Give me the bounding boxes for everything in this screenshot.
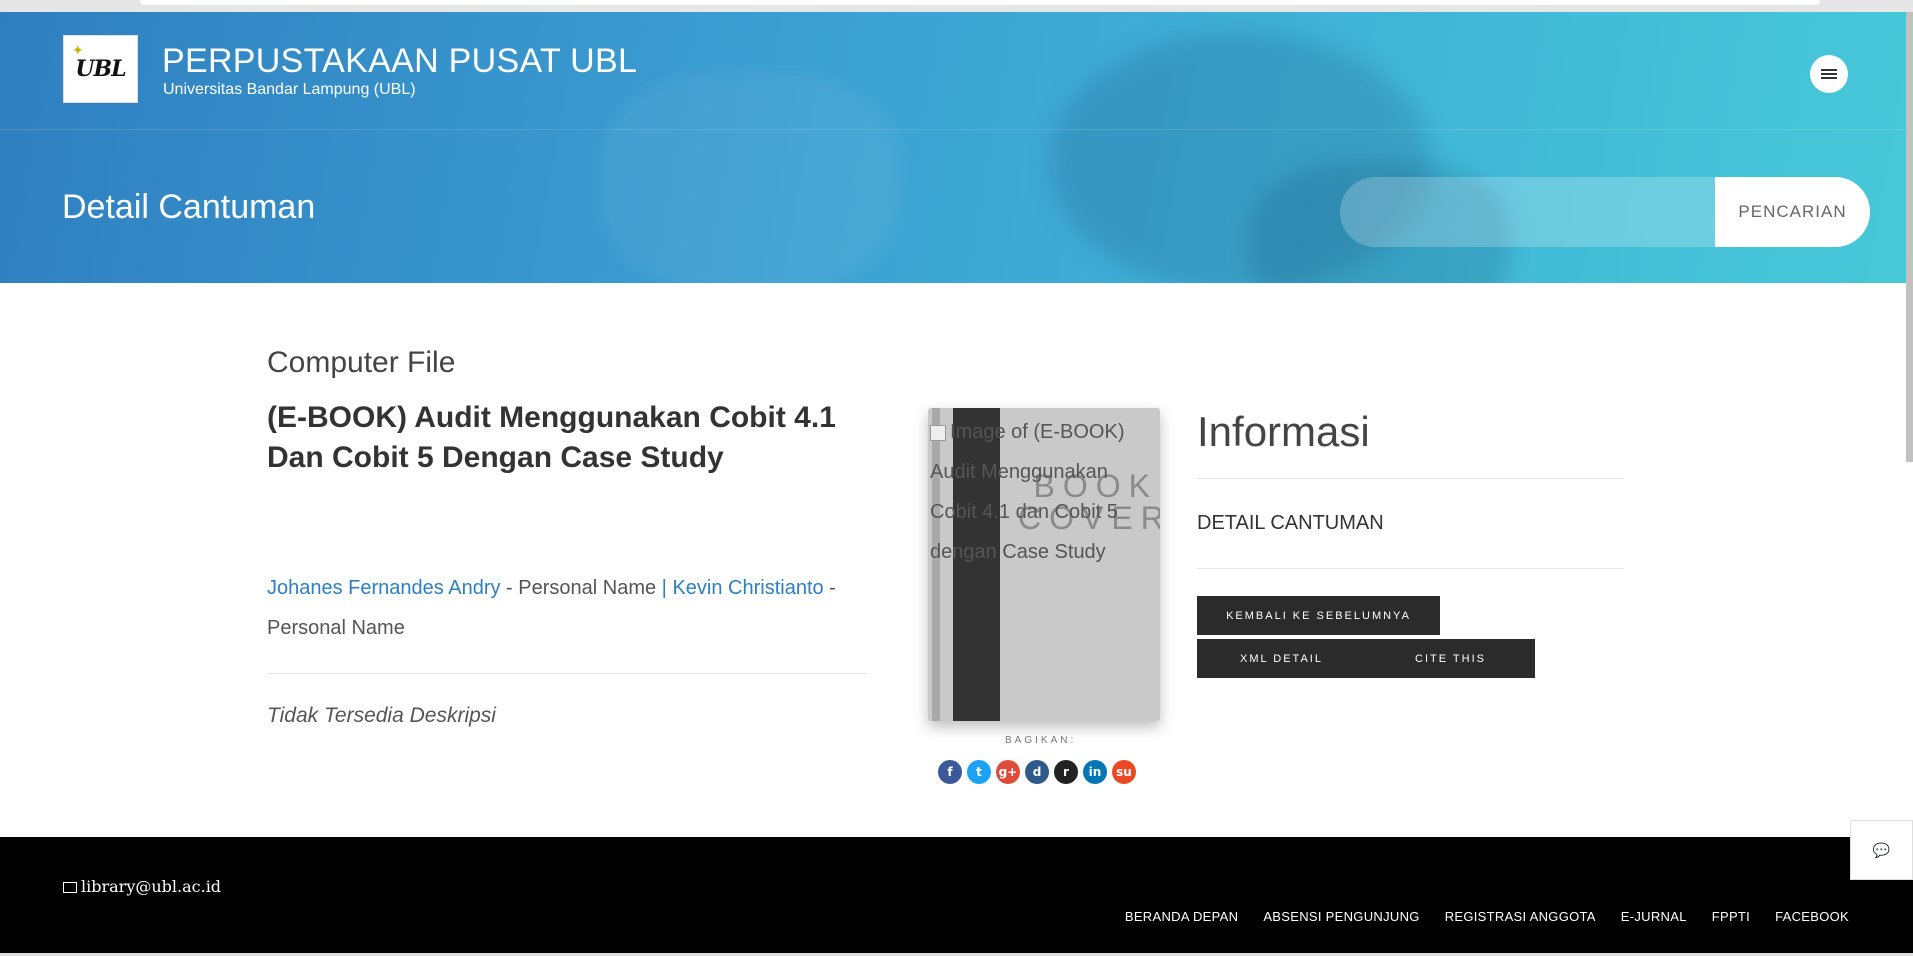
cover-alt: Image of (E-BOOK) Audit Menggunakan Cobi… (930, 421, 1125, 563)
facebook-icon[interactable]: f (938, 760, 962, 784)
author-link[interactable]: Johanes Fernandes Andry (267, 577, 501, 599)
info-divider (1197, 478, 1624, 479)
cover-alt-text: Image of (E-BOOK) Audit Menggunakan Cobi… (928, 412, 1160, 572)
logo-text: UBL (75, 56, 126, 82)
record-authors: Johanes Fernandes Andry - Personal Name … (267, 568, 877, 648)
stumbleupon-icon[interactable]: su (1112, 760, 1136, 784)
footer-nav-link[interactable]: ABSENSI PENGUNJUNG (1263, 909, 1419, 924)
footer-nav-link[interactable]: FPPTI (1712, 909, 1750, 924)
reddit-icon[interactable]: r (1054, 760, 1078, 784)
share-icons: f t g+ d r in su (938, 760, 1136, 784)
linkedin-icon[interactable]: in (1083, 760, 1107, 784)
record-gmd: Computer File (267, 346, 456, 379)
page-title: Detail Cantuman (62, 188, 316, 226)
cite-this-button[interactable]: CITE THIS (1366, 639, 1535, 678)
search-input[interactable] (1340, 177, 1715, 247)
record-title: (E-BOOK) Audit Menggunakan Cobit 4.1 Dan… (267, 401, 836, 474)
footer-nav-link[interactable]: FACEBOOK (1775, 909, 1849, 924)
search-form: PENCARIAN (1340, 177, 1870, 247)
mail-icon (63, 882, 77, 893)
author-role: - Personal Name (500, 577, 662, 599)
author-link[interactable]: Kevin Christianto (672, 577, 823, 599)
site-subtitle: Universitas Bandar Lampung (UBL) (163, 81, 416, 98)
footer-nav: BERANDA DEPAN ABSENSI PENGUNJUNG REGISTRAS… (1125, 909, 1849, 924)
footer-nav-link[interactable]: REGISTRASI ANGGOTA (1445, 909, 1596, 924)
site-footer: library@ubl.ac.id BERANDA DEPAN ABSENSI P… (0, 837, 1913, 956)
site-header: ✦ UBL PERPUSTAKAAN PUSAT UBL Universitas… (0, 12, 1913, 283)
record-description: Tidak Tersedia Deskripsi (267, 704, 496, 727)
site-logo[interactable]: ✦ UBL (63, 35, 138, 103)
author-separator: | (661, 577, 673, 599)
twitter-icon[interactable]: t (967, 760, 991, 784)
site-title[interactable]: PERPUSTAKAAN PUSAT UBL (162, 42, 637, 81)
back-button[interactable]: KEMBALI KE SEBELUMNYA (1197, 596, 1440, 635)
chat-icon: 💬 (1872, 841, 1891, 858)
share-label: BAGIKAN: (1005, 735, 1077, 746)
book-cover: BOOK COVER Image of (E-BOOK) Audit Mengg… (928, 408, 1160, 721)
header-divider (0, 129, 1913, 130)
digg-icon[interactable]: d (1025, 760, 1049, 784)
header-bg-shape (600, 72, 900, 283)
menu-button[interactable] (1810, 55, 1848, 93)
chat-button[interactable]: 💬 (1850, 820, 1913, 880)
footer-email[interactable]: library@ubl.ac.id (63, 877, 221, 896)
footer-nav-link[interactable]: BERANDA DEPAN (1125, 909, 1238, 924)
hamburger-icon (1821, 73, 1837, 75)
broken-image-icon (930, 424, 946, 441)
google-plus-icon[interactable]: g+ (996, 760, 1020, 784)
scrollbar[interactable] (1906, 12, 1913, 462)
footer-nav-link[interactable]: E-JURNAL (1621, 909, 1687, 924)
top-bar (140, 0, 1820, 5)
content-divider (267, 673, 867, 674)
info-title: Informasi (1197, 408, 1370, 455)
info-divider (1197, 568, 1624, 569)
xml-detail-button[interactable]: XML DETAIL (1197, 639, 1366, 678)
footer-email-text: library@ubl.ac.id (81, 877, 222, 896)
browser-top-strip (0, 0, 1913, 12)
search-button[interactable]: PENCARIAN (1715, 177, 1870, 247)
logo-star-icon: ✦ (72, 42, 84, 58)
button-group: XML DETAIL CITE THIS (1197, 639, 1535, 678)
info-detail-label: DETAIL CANTUMAN (1197, 512, 1384, 534)
